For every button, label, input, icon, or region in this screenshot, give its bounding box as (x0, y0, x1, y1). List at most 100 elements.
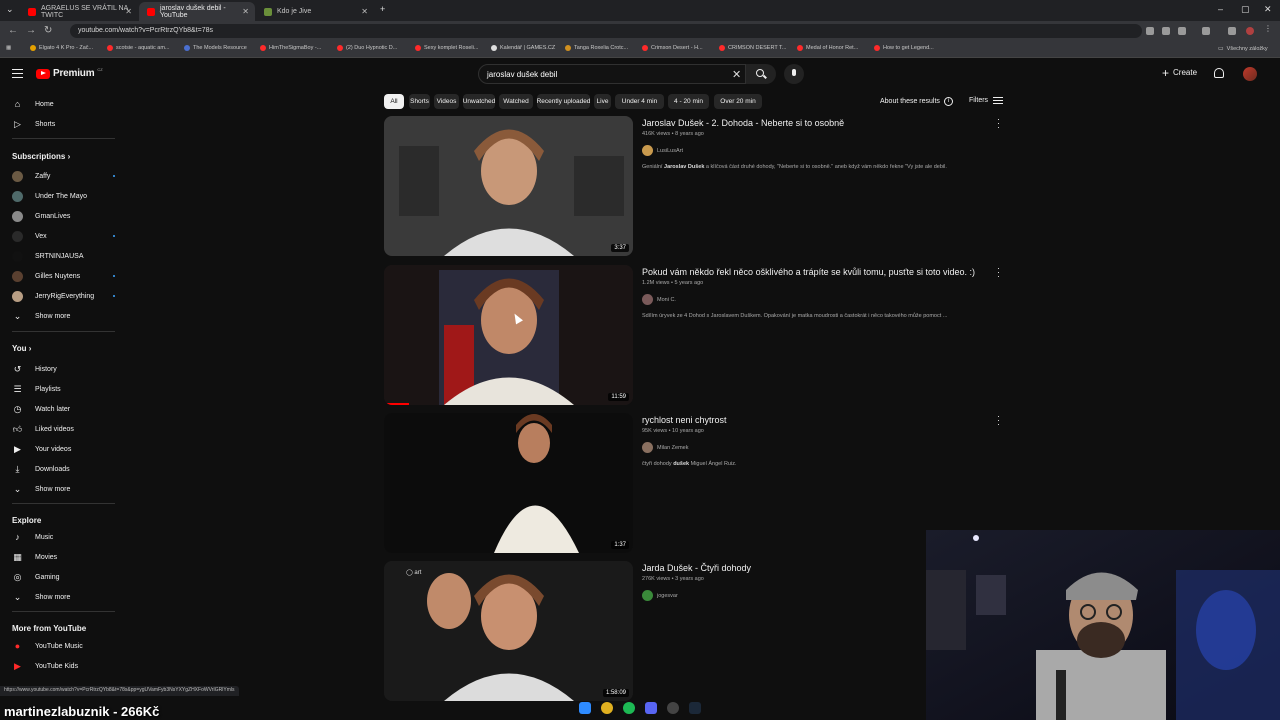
sidebar-item[interactable]: ☰ Playlists (12, 382, 60, 396)
filter-chip-unwatched[interactable]: Unwatched (463, 94, 495, 109)
maximize-icon[interactable]: ▢ (1241, 4, 1250, 15)
menu-icon[interactable]: ⋮ (1264, 24, 1272, 33)
sidebar-item-subscription[interactable]: JerryRigEverything (12, 289, 115, 303)
search-button[interactable] (746, 64, 776, 84)
channel-link[interactable]: jogesvar (642, 590, 678, 601)
sidebar-item-subscription[interactable]: Gilles Nuytens (12, 269, 115, 283)
sidebar-item-subscription[interactable]: SRTNINJAUSA (12, 249, 115, 263)
new-tab-icon[interactable]: + (380, 4, 385, 14)
bookmark-item[interactable]: Medal of Honor Ret... (797, 45, 858, 51)
cast-icon[interactable] (1162, 27, 1170, 35)
translate-icon[interactable] (1146, 27, 1154, 35)
video-result[interactable]: ◯ art 1:58:09 Jarda Dušek - Čtyři dohody… (384, 560, 1004, 703)
bookmark-item[interactable]: CRIMSON DESERT T... (719, 45, 786, 51)
video-thumbnail[interactable]: 11:59 (384, 265, 633, 405)
close-tab-icon[interactable]: ✕ (125, 7, 132, 16)
show-more-button[interactable]: ⌄ Show more (12, 482, 71, 496)
windows-start-icon[interactable] (579, 702, 591, 714)
sidepanel-icon[interactable] (1228, 27, 1236, 35)
filter-chip-videos[interactable]: Videos (434, 94, 459, 109)
video-title[interactable]: Jarda Dušek - Čtyři dohody (642, 563, 751, 573)
notifications-bell-icon[interactable] (1214, 68, 1224, 78)
clear-search-icon[interactable]: ✕ (732, 68, 741, 81)
filter-chip-over-20-min[interactable]: Over 20 min (714, 94, 762, 109)
more-actions-icon[interactable]: ··· (997, 412, 1000, 429)
youtube-logo[interactable]: Premium CZ (36, 67, 103, 79)
bookmark-item[interactable]: Elgato 4 K Pro - Zač... (30, 45, 93, 51)
channel-link[interactable]: Moni C. (642, 294, 676, 305)
tab-list-icon[interactable]: ⌄ (6, 4, 14, 15)
sidebar-item[interactable]: ◎ Gaming (12, 570, 60, 584)
video-result[interactable]: 1:37 rychlost neni chytrost 95K views • … (384, 412, 1004, 555)
video-title[interactable]: rychlost neni chytrost (642, 415, 727, 425)
sidebar-item[interactable]: ◷ Watch later (12, 402, 71, 416)
video-thumbnail[interactable]: 1:37 (384, 413, 633, 553)
more-actions-icon[interactable]: ··· (997, 264, 1000, 281)
back-icon[interactable]: ← (8, 25, 18, 36)
channel-link[interactable]: Milan Zemek (642, 442, 688, 453)
close-tab-icon[interactable]: ✕ (242, 7, 249, 16)
browser-tab-3[interactable]: Kdo je Jive ✕ (256, 2, 374, 21)
spotify-icon[interactable] (623, 702, 635, 714)
sidebar-item-subscription[interactable]: Vex (12, 229, 115, 243)
sidebar-item[interactable]: 👍︎ Liked videos (12, 422, 74, 436)
show-more-button[interactable]: ⌄ Show more (12, 590, 71, 604)
subscriptions-heading[interactable]: Subscriptions › (12, 152, 70, 161)
url-input[interactable]: youtube.com/watch?v=PcrRtrzQYb8&t=78s (70, 24, 1142, 38)
bookmark-item[interactable]: The Models Resource (184, 45, 247, 51)
video-title[interactable]: Jaroslav Dušek - 2. Dohoda - Neberte si … (642, 118, 844, 128)
search-input[interactable]: jaroslav dušek debil (478, 64, 746, 84)
sidebar-item[interactable]: ♪ Music (12, 530, 53, 544)
sidebar-item-subscription[interactable]: GmanLives (12, 209, 115, 223)
channel-link[interactable]: LusiLusArt (642, 145, 683, 156)
reload-icon[interactable]: ↻ (44, 25, 52, 36)
minimize-icon[interactable]: – (1218, 4, 1223, 14)
bookmark-item[interactable]: Crimson Desert - H... (642, 45, 703, 51)
sidebar-item-subscription[interactable]: Zaffy (12, 169, 115, 183)
steam-icon[interactable] (689, 702, 701, 714)
bookmark-item[interactable]: Kalendář | GAMES.CZ (491, 45, 555, 51)
sidebar-item[interactable]: ▦ Movies (12, 550, 57, 564)
profile-icon[interactable] (1246, 27, 1254, 35)
bookmark-item[interactable]: Sexy komplet Roseli... (415, 45, 478, 51)
browser-tab-2[interactable]: jaroslav dušek debil - YouTube ✕ (139, 2, 255, 21)
bookmark-star-icon[interactable] (1178, 27, 1186, 35)
extensions-icon[interactable] (1202, 27, 1210, 35)
bookmark-item[interactable]: Tanga Roxelia Crotc... (565, 45, 628, 51)
filter-chip-shorts[interactable]: Shorts (409, 94, 430, 109)
discord-icon[interactable] (645, 702, 657, 714)
video-thumbnail[interactable]: ◯ art 1:58:09 (384, 561, 633, 701)
all-bookmarks[interactable]: ▭ Všechny záložky (1218, 45, 1268, 53)
filter-chip-live[interactable]: Live (594, 94, 611, 109)
video-result[interactable]: 3:37 Jaroslav Dušek - 2. Dohoda - Nebert… (384, 115, 1004, 258)
obs-icon[interactable] (667, 702, 679, 714)
browser-tab-1[interactable]: AGRAELUS SE VRÁTIL NA TWITC ✕ (20, 2, 138, 21)
about-results-button[interactable]: About these results i (880, 97, 953, 106)
forward-icon[interactable]: → (26, 25, 36, 36)
show-more-button[interactable]: ⌄ Show more (12, 309, 71, 323)
you-heading[interactable]: You › (12, 344, 31, 353)
close-tab-icon[interactable]: ✕ (361, 7, 368, 16)
sidebar-item[interactable]: ⤓ Downloads (12, 462, 70, 476)
apps-icon[interactable]: ▦ (6, 45, 11, 51)
filter-chip-recently-uploaded[interactable]: Recently uploaded (537, 94, 590, 109)
sidebar-item-subscription[interactable]: Under The Mayo (12, 189, 115, 203)
filters-button[interactable]: Filters (969, 97, 1004, 104)
sidebar-item[interactable]: ▶ YouTube Kids (12, 659, 78, 673)
video-title[interactable]: Pokud vám někdo řekl něco ošklivého a tr… (642, 267, 975, 277)
avatar[interactable] (1243, 67, 1257, 81)
bookmark-item[interactable]: HimTheSigmaBoy -... (260, 45, 321, 51)
close-window-icon[interactable]: ✕ (1264, 4, 1272, 15)
video-result[interactable]: 11:59 Pokud vám někdo řekl něco ošklivéh… (384, 264, 1004, 407)
video-thumbnail[interactable]: 3:37 (384, 116, 633, 256)
sidebar-item[interactable]: ▶ Your videos (12, 442, 71, 456)
bookmark-item[interactable]: scotsie - aquatic am... (107, 45, 170, 51)
bookmark-item[interactable]: How to get Legend... (874, 45, 934, 51)
filter-chip-under-4-min[interactable]: Under 4 min (615, 94, 664, 109)
create-button[interactable]: + Create (1162, 67, 1197, 79)
filter-chip-all[interactable]: All (384, 94, 404, 109)
sidebar-item[interactable]: ▷ Shorts (12, 117, 55, 131)
more-actions-icon[interactable]: ··· (997, 115, 1000, 132)
chrome-icon[interactable] (601, 702, 613, 714)
filter-chip-4-20-min[interactable]: 4 - 20 min (668, 94, 709, 109)
